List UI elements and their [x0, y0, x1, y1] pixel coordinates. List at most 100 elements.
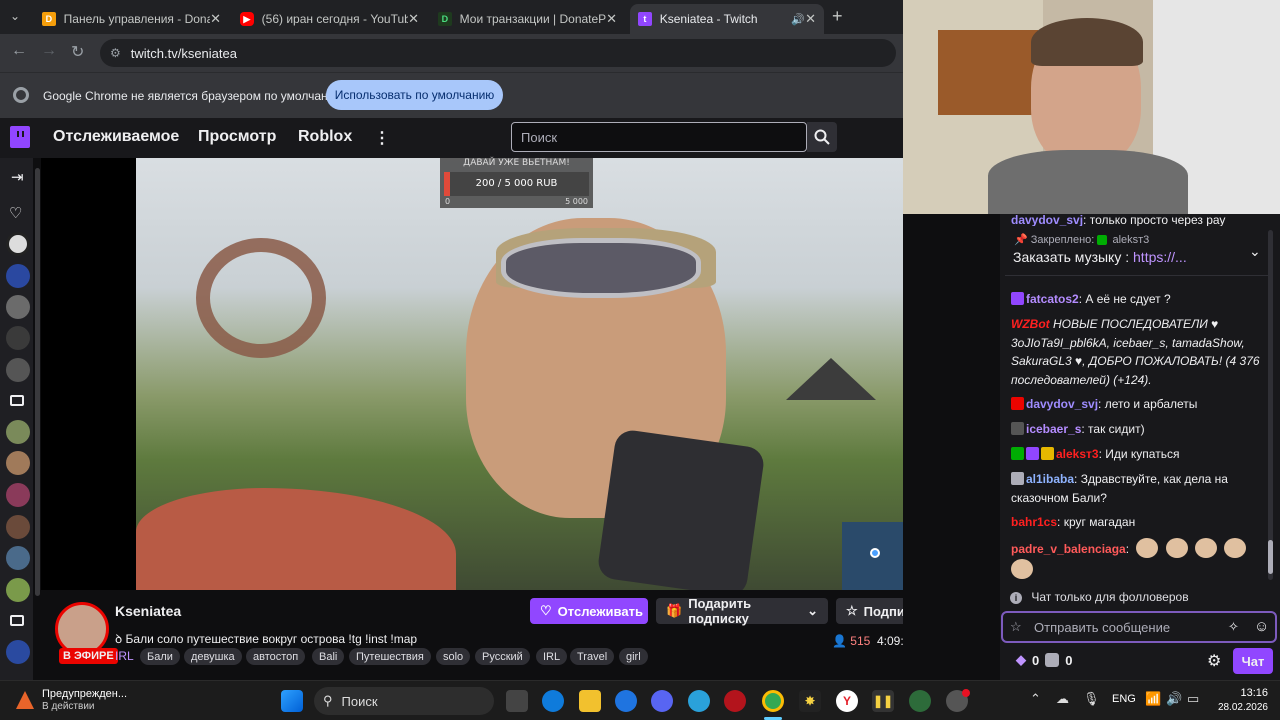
- channel-avatar[interactable]: [6, 515, 30, 539]
- chevron-up-icon[interactable]: ⌃: [1030, 691, 1041, 707]
- tab-twitch[interactable]: t Kseniatea - Twitch 🔊 ✕: [630, 4, 824, 34]
- tab-donation[interactable]: D Панель управления - Donation ✕: [34, 4, 229, 34]
- tag[interactable]: Travel: [570, 648, 615, 665]
- set-default-button[interactable]: Использовать по умолчанию: [326, 80, 503, 110]
- channel-avatar[interactable]: [6, 483, 30, 507]
- nav-following[interactable]: Отслеживаемое: [53, 128, 179, 146]
- clock-date[interactable]: 28.02.2026: [1200, 702, 1268, 713]
- channel-avatar[interactable]: [6, 358, 30, 382]
- app-bars-icon[interactable]: ❚❚: [872, 690, 894, 712]
- app-c-icon[interactable]: [615, 690, 637, 712]
- gift-sub-button[interactable]: 🎁 Подарить подписку ⌄: [656, 596, 828, 626]
- warning-icon[interactable]: [16, 691, 34, 709]
- tag[interactable]: Бали: [140, 648, 180, 665]
- app-red-icon[interactable]: [724, 690, 746, 712]
- pinned-link[interactable]: https://...: [1133, 249, 1187, 265]
- app-green-icon[interactable]: [909, 690, 931, 712]
- heart-icon[interactable]: ♡: [9, 204, 22, 222]
- close-tab-icon[interactable]: ✕: [805, 11, 816, 27]
- tag[interactable]: Путешествия: [349, 648, 431, 665]
- pinned-message[interactable]: 📌 Закреплено: aleksт3 Заказать музыку : …: [1005, 228, 1271, 276]
- tag[interactable]: девушка: [184, 648, 242, 665]
- settings-icon[interactable]: ⚙: [1207, 651, 1221, 671]
- telegram-icon[interactable]: [688, 690, 710, 712]
- tag[interactable]: автостоп: [246, 648, 306, 665]
- edge-icon[interactable]: [542, 690, 564, 712]
- reload-icon[interactable]: ↻: [71, 42, 84, 62]
- video-icon[interactable]: [10, 395, 24, 406]
- sidebar-scrollbar[interactable]: [35, 168, 40, 596]
- clock-time[interactable]: 13:16: [1212, 687, 1268, 699]
- channel-avatar[interactable]: [6, 264, 30, 288]
- chat-username[interactable]: padre_v_balenciaga: [1011, 542, 1126, 556]
- channel-avatar[interactable]: [6, 420, 30, 444]
- search-input[interactable]: Поиск: [511, 122, 807, 152]
- chat-username[interactable]: bahr1cs: [1011, 515, 1057, 529]
- stream-video[interactable]: [136, 158, 903, 590]
- channel-avatar[interactable]: [6, 232, 30, 256]
- category-link[interactable]: IRL: [115, 649, 134, 663]
- taskbar-search[interactable]: ⚲ Поиск: [314, 687, 494, 715]
- battery-icon[interactable]: ▭: [1187, 691, 1199, 707]
- video-icon[interactable]: [10, 615, 24, 626]
- channel-avatar[interactable]: [6, 451, 30, 475]
- tag[interactable]: girl: [619, 648, 648, 665]
- bits-icon[interactable]: ☆: [1010, 619, 1022, 635]
- task-view-icon[interactable]: [506, 690, 528, 712]
- nav-more-icon[interactable]: ⋮: [374, 128, 390, 148]
- chat-scrollbar-thumb[interactable]: [1268, 540, 1273, 574]
- nav-browse[interactable]: Просмотр: [198, 128, 276, 146]
- channel-avatar[interactable]: [6, 546, 30, 570]
- follow-button[interactable]: ♡ Отслеживать: [530, 598, 648, 624]
- channel-points[interactable]: ◆ 0 0: [1016, 652, 1072, 668]
- chevron-down-icon[interactable]: ⌄: [1249, 243, 1261, 260]
- windows-start-icon[interactable]: [281, 690, 303, 712]
- tag[interactable]: Bali: [312, 648, 345, 665]
- site-info-icon[interactable]: ⚙: [110, 46, 121, 60]
- close-tab-icon[interactable]: ✕: [210, 11, 221, 27]
- chat-username[interactable]: davydov_svj: [1026, 397, 1098, 411]
- microphone-icon[interactable]: 🎙: [1083, 691, 1100, 707]
- chat-input[interactable]: ☆ Отправить сообщение ✧ ☺: [1001, 611, 1277, 643]
- forward-icon[interactable]: →: [41, 42, 57, 60]
- search-button[interactable]: [807, 122, 837, 152]
- twitch-logo-icon[interactable]: [10, 126, 30, 148]
- chat-username[interactable]: aleksт3: [1056, 447, 1099, 461]
- back-icon[interactable]: ←: [11, 42, 27, 60]
- chat-username[interactable]: davydov_svj: [1011, 214, 1083, 226]
- url-field[interactable]: ⚙ twitch.tv/kseniatea: [100, 39, 896, 67]
- chat-username[interactable]: fatcatos2: [1026, 292, 1079, 306]
- emote-picker-icon[interactable]: ☺: [1254, 618, 1269, 635]
- tab-search-icon[interactable]: ⌄: [10, 9, 20, 23]
- channel-name[interactable]: Kseniatea: [115, 603, 181, 619]
- send-chat-button[interactable]: Чат: [1233, 648, 1273, 674]
- cloud-icon[interactable]: ☁: [1056, 691, 1069, 707]
- nav-roblox[interactable]: Roblox: [298, 128, 352, 146]
- tag[interactable]: Русский: [475, 648, 530, 665]
- tab-youtube[interactable]: ▶ (56) иран сегодня - YouTube ✕: [232, 4, 427, 34]
- discord-icon[interactable]: [651, 690, 673, 712]
- channel-avatar[interactable]: [6, 578, 30, 602]
- tag[interactable]: solo: [436, 648, 471, 665]
- chat-username[interactable]: icebaer_s: [1026, 422, 1081, 436]
- app-star-icon[interactable]: ✸: [799, 690, 821, 712]
- close-tab-icon[interactable]: ✕: [408, 11, 419, 27]
- expand-sidebar-icon[interactable]: ⇥: [11, 168, 24, 186]
- yandex-icon[interactable]: Y: [836, 690, 858, 712]
- new-tab-button[interactable]: +: [832, 6, 843, 27]
- speaker-icon[interactable]: 🔊: [791, 13, 805, 26]
- magic-icon[interactable]: ✧: [1228, 619, 1239, 635]
- tab-donatepay[interactable]: D Мои транзакции | DonatePay ✕: [430, 4, 625, 34]
- tag[interactable]: IRL: [536, 648, 568, 665]
- volume-icon[interactable]: 🔊: [1166, 691, 1182, 707]
- channel-avatar[interactable]: [6, 640, 30, 664]
- wifi-icon[interactable]: 📶: [1145, 691, 1161, 707]
- chat-username[interactable]: WZBot: [1011, 317, 1050, 331]
- close-tab-icon[interactable]: ✕: [606, 11, 617, 27]
- chat-scrollbar[interactable]: [1268, 230, 1273, 580]
- chat-username[interactable]: al1ibaba: [1026, 472, 1074, 486]
- file-explorer-icon[interactable]: [579, 690, 601, 712]
- channel-avatar[interactable]: [6, 295, 30, 319]
- channel-avatar[interactable]: [6, 326, 30, 350]
- notification-title[interactable]: Предупрежден...: [42, 688, 127, 700]
